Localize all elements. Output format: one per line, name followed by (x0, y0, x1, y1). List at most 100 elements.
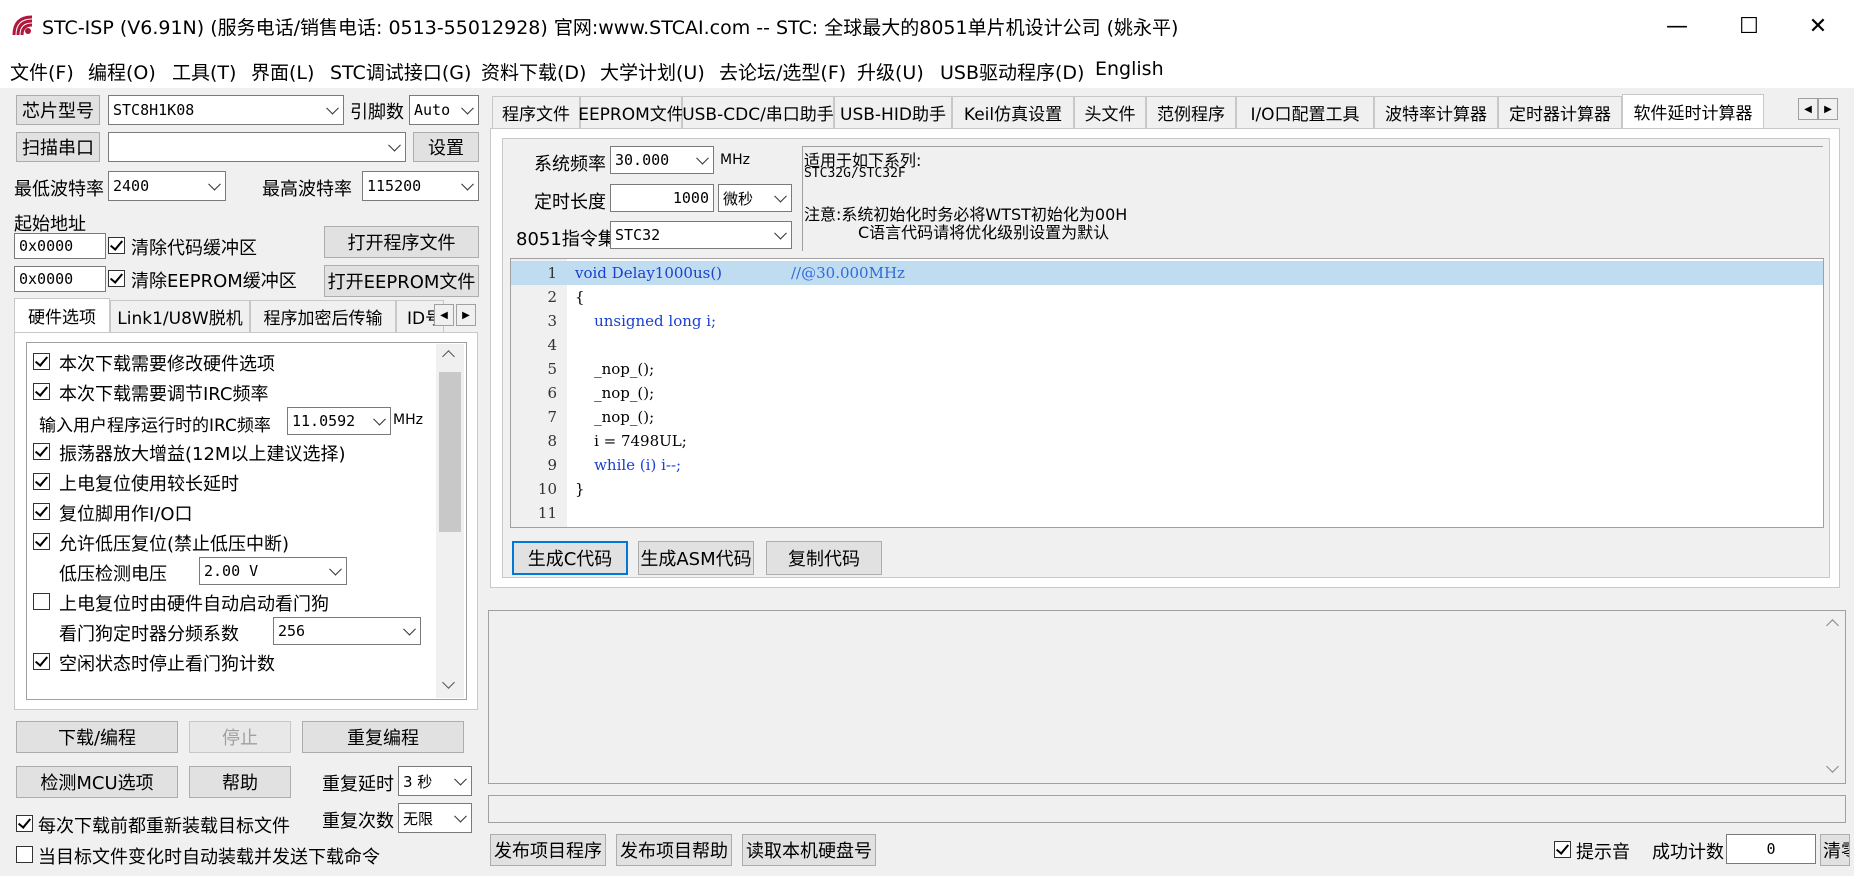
scroll-up-icon[interactable] (1826, 619, 1839, 632)
code-address-input[interactable]: 0x0000 (14, 233, 106, 259)
irc-frequency-select[interactable]: 11.0592 (287, 407, 391, 435)
menu-english[interactable]: English (1095, 58, 1164, 80)
auto-load-checkbox[interactable] (16, 846, 33, 863)
tab-hardware-options[interactable]: 硬件选项 (14, 298, 110, 332)
delay-unit-select[interactable]: 微秒 (718, 184, 792, 212)
detect-mcu-button[interactable]: 检测MCU选项 (16, 766, 178, 798)
line-number: 6 (547, 384, 557, 402)
generate-asm-code-button[interactable]: 生成ASM代码 (638, 541, 754, 575)
port-select[interactable] (108, 132, 406, 162)
tab-program-file[interactable]: 程序文件 (492, 96, 580, 128)
download-program-button[interactable]: 下载/编程 (16, 721, 178, 753)
tab-io-config[interactable]: I/O口配置工具 (1236, 96, 1374, 128)
tab-scroll-left-icon[interactable]: ◀ (1798, 98, 1818, 120)
opt6-checkbox[interactable] (33, 533, 50, 550)
open-program-file-button[interactable]: 打开程序文件 (324, 226, 479, 258)
reprogram-button[interactable]: 重复编程 (302, 721, 464, 753)
tab-keil-settings[interactable]: Keil仿真设置 (952, 96, 1074, 128)
delay-length-label: 定时长度 (534, 192, 606, 213)
chevron-down-icon (774, 189, 787, 203)
code-editor[interactable]: 1 void Delay1000us()//@30.000MHz 2{ 3 uns… (510, 258, 1824, 528)
menu-downloads[interactable]: 资料下载(D) (481, 58, 586, 85)
menu-usb-driver[interactable]: USB驱动程序(D) (940, 58, 1084, 85)
tab-scroll-right-icon[interactable]: ▶ (1818, 98, 1838, 120)
tab-header-file[interactable]: 头文件 (1074, 96, 1146, 128)
opt7-checkbox[interactable] (33, 593, 50, 610)
repeat-delay-select[interactable]: 3 秒 (398, 766, 472, 796)
opt2-checkbox[interactable] (33, 383, 50, 400)
tab-delay-calculator[interactable]: 软件延时计算器 (1622, 94, 1764, 128)
tab-baud-calculator[interactable]: 波特率计算器 (1374, 96, 1498, 128)
eeprom-address-input[interactable]: 0x0000 (14, 266, 106, 292)
clear-count-button[interactable]: 清零 (1820, 834, 1850, 866)
menu-university[interactable]: 大学计划(U) (600, 58, 705, 85)
chip-model-button[interactable]: 芯片型号 (16, 95, 100, 125)
tab-link1-offline[interactable]: Link1/U8W脱机 (110, 300, 250, 332)
tab-timer-calculator[interactable]: 定时器计算器 (1498, 96, 1622, 128)
code-line: 2{ (511, 285, 1823, 309)
tab-examples[interactable]: 范例程序 (1146, 96, 1236, 128)
maximize-button[interactable]: ☐ (1713, 0, 1785, 52)
max-baud-select[interactable]: 115200 (362, 171, 479, 201)
chip-model-select[interactable]: STC8H1K08 (108, 95, 344, 125)
tab-scroll-right-icon[interactable]: ▶ (456, 304, 476, 326)
scroll-down-icon[interactable] (442, 676, 455, 689)
copy-code-button[interactable]: 复制代码 (766, 541, 882, 575)
scroll-down-icon[interactable] (1826, 760, 1839, 773)
system-frequency-select[interactable]: 30.000 (610, 146, 714, 174)
scan-port-button[interactable]: 扫描串口 (16, 132, 100, 162)
code-text: i = 7498UL; (575, 432, 687, 450)
max-baud-value: 115200 (367, 177, 422, 195)
instruction-set-label: 8051指令集 (516, 229, 616, 250)
menu-upgrade[interactable]: 升级(U) (857, 58, 924, 85)
low-voltage-select[interactable]: 2.00 V (199, 557, 347, 585)
min-baud-value: 2400 (113, 177, 150, 195)
options-scrollbar[interactable] (436, 344, 464, 698)
pins-label: 引脚数 (350, 102, 404, 123)
line-number: 4 (547, 336, 557, 354)
clear-code-checkbox[interactable] (108, 237, 125, 254)
tab-usb-hid[interactable]: USB-HID助手 (834, 96, 952, 128)
watchdog-prescaler-select[interactable]: 256 (273, 617, 421, 645)
open-eeprom-file-button[interactable]: 打开EEPROM文件 (324, 265, 479, 297)
output-log[interactable] (488, 610, 1846, 784)
pins-select[interactable]: Auto (409, 95, 479, 125)
minimize-button[interactable]: — (1641, 0, 1713, 52)
menu-interface[interactable]: 界面(L) (251, 58, 314, 85)
settings-button[interactable]: 设置 (413, 132, 479, 162)
line-number: 10 (537, 480, 557, 498)
menu-tools[interactable]: 工具(T) (172, 58, 236, 85)
menu-forum[interactable]: 去论坛/选型(F) (719, 58, 846, 85)
delay-length-input[interactable]: 1000 (610, 184, 714, 212)
beep-checkbox[interactable] (1554, 841, 1571, 858)
tab-encrypted-transfer[interactable]: 程序加密后传输 (250, 300, 396, 332)
generate-c-code-button[interactable]: 生成C代码 (512, 541, 628, 575)
code-line: 5 _nop_(); (511, 357, 1823, 381)
min-baud-select[interactable]: 2400 (108, 171, 226, 201)
stop-button[interactable]: 停止 (189, 721, 291, 753)
scroll-thumb[interactable] (439, 372, 461, 532)
code-line: 4 (511, 333, 1823, 357)
opt3-checkbox[interactable] (33, 443, 50, 460)
repeat-count-select[interactable]: 无限 (398, 803, 472, 833)
scroll-up-icon[interactable] (442, 350, 455, 363)
reload-target-checkbox[interactable] (16, 815, 33, 832)
tab-scroll-left-icon[interactable]: ◀ (434, 304, 454, 326)
read-disk-id-button[interactable]: 读取本机硬盘号 (742, 834, 876, 866)
menu-program[interactable]: 编程(O) (88, 58, 156, 85)
publish-program-button[interactable]: 发布项目程序 (490, 834, 606, 866)
opt1-checkbox[interactable] (33, 353, 50, 370)
instruction-set-select[interactable]: STC32 (610, 221, 792, 249)
chevron-down-icon (326, 101, 339, 115)
close-button[interactable]: ✕ (1782, 0, 1854, 52)
opt8-checkbox[interactable] (33, 653, 50, 670)
menu-file[interactable]: 文件(F) (10, 58, 74, 85)
menu-debug-interface[interactable]: STC调试接口(G) (330, 58, 471, 85)
tab-usb-cdc[interactable]: USB-CDC/串口助手 (682, 96, 834, 128)
tab-eeprom-file[interactable]: EEPROM文件 (578, 96, 684, 128)
opt5-checkbox[interactable] (33, 503, 50, 520)
help-button[interactable]: 帮助 (189, 766, 291, 798)
opt4-checkbox[interactable] (33, 473, 50, 490)
clear-eeprom-checkbox[interactable] (108, 270, 125, 287)
publish-help-button[interactable]: 发布项目帮助 (616, 834, 732, 866)
